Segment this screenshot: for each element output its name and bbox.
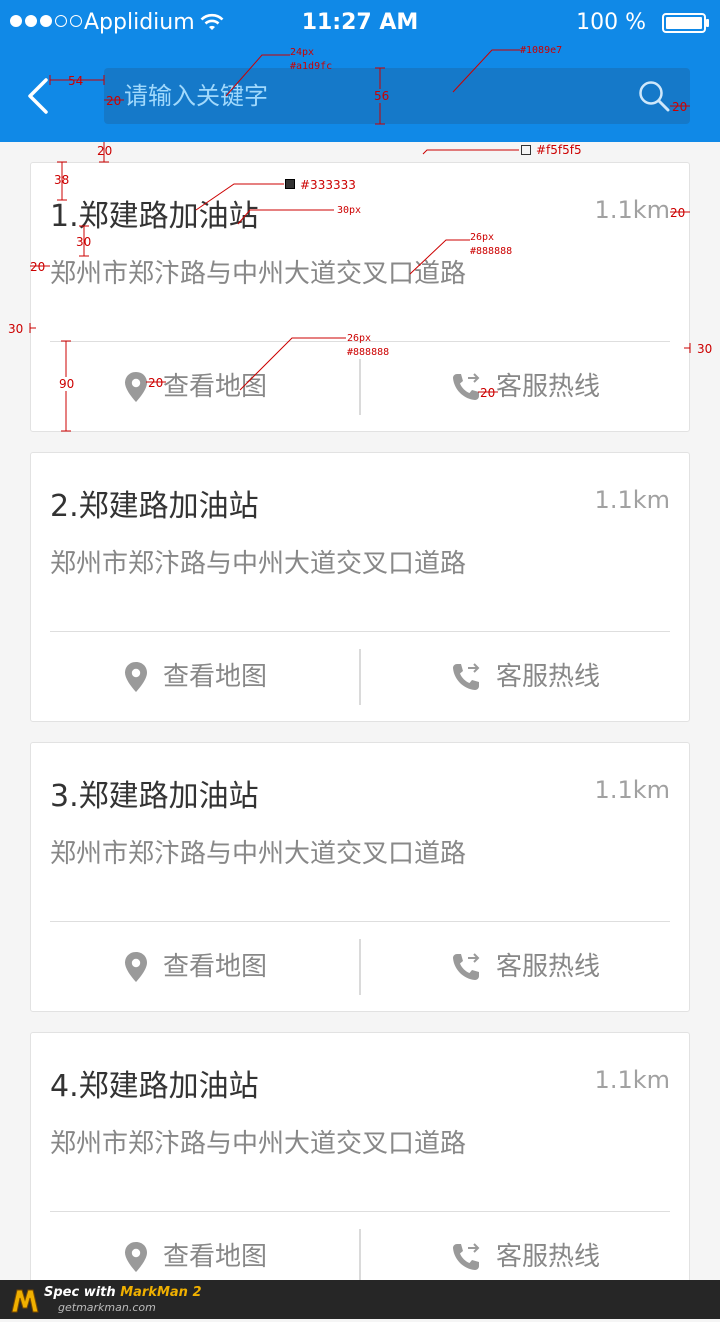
view-map-label: 查看地图 (162, 1242, 267, 1272)
hotline-button[interactable]: 客服热线 (361, 342, 689, 432)
markman-title-prefix: Spec with (44, 1285, 121, 1300)
status-bar: Applidium 11:27 AM 100 % (0, 0, 720, 46)
station-card[interactable]: 2.郑建路加油站 1.1km 郑州市郑汴路与中州大道交叉口道路 查看地图 客服热… (30, 452, 690, 722)
view-map-button[interactable]: 查看地图 (31, 632, 359, 722)
phone-forward-icon (452, 1243, 480, 1270)
station-card[interactable]: 3.郑建路加油站 1.1km 郑州市郑汴路与中州大道交叉口道路 查看地图 客服热… (30, 742, 690, 1012)
markman-footer: Spec with MarkMan 2 getmarkman.com (0, 1280, 720, 1319)
station-distance: 1.1km (594, 486, 670, 514)
hotline-label: 客服热线 (495, 1242, 600, 1272)
view-map-button[interactable]: 查看地图 (31, 342, 359, 432)
hotline-button[interactable]: 客服热线 (361, 632, 689, 722)
station-address: 郑州市郑汴路与中州大道交叉口道路 (50, 549, 467, 579)
phone-forward-icon (452, 373, 480, 400)
station-name: 3.郑建路加油站 (50, 779, 259, 814)
hotline-button[interactable]: 客服热线 (361, 922, 689, 1012)
card-actions: 查看地图 客服热线 (31, 342, 689, 432)
search-icon[interactable] (638, 80, 670, 112)
phone-forward-icon (452, 953, 480, 980)
annotation-side-margin-right: 30 (697, 342, 713, 356)
station-distance: 1.1km (594, 776, 670, 804)
markman-brand: MarkMan 2 (120, 1285, 202, 1300)
annotation-color-bg: #f5f5f5 (536, 143, 582, 157)
hotline-label: 客服热线 (495, 952, 600, 982)
battery-percent: 100 % (576, 10, 646, 35)
location-pin-icon (124, 1242, 147, 1272)
station-name: 1.郑建路加油站 (50, 199, 259, 234)
view-map-label: 查看地图 (162, 952, 267, 982)
station-card[interactable]: 4.郑建路加油站 1.1km 郑州市郑汴路与中州大道交叉口道路 查看地图 客服热… (30, 1032, 690, 1302)
hotline-label: 客服热线 (495, 372, 600, 402)
view-map-label: 查看地图 (162, 372, 267, 402)
back-icon[interactable] (22, 76, 56, 116)
annotation-top-gap: 20 (97, 144, 113, 158)
location-pin-icon (124, 372, 147, 402)
card-actions: 查看地图 客服热线 (31, 922, 689, 1012)
view-map-button[interactable]: 查看地图 (31, 922, 359, 1012)
annotation-side-margin-left: 30 (8, 322, 24, 336)
swatch-bg (521, 145, 531, 155)
station-card[interactable]: 1.郑建路加油站 1.1km 郑州市郑汴路与中州大道交叉口道路 查看地图 客服热… (30, 162, 690, 432)
battery-icon (662, 13, 709, 33)
markman-title: Spec with MarkMan 2 (44, 1285, 202, 1301)
card-actions: 查看地图 客服热线 (31, 632, 689, 722)
station-address: 郑州市郑汴路与中州大道交叉口道路 (50, 259, 467, 289)
search-input[interactable] (124, 68, 624, 124)
view-map-label: 查看地图 (162, 662, 267, 692)
station-distance: 1.1km (594, 196, 670, 224)
header-bar (0, 46, 720, 142)
station-name: 2.郑建路加油站 (50, 489, 259, 524)
station-name: 4.郑建路加油站 (50, 1069, 259, 1104)
station-address: 郑州市郑汴路与中州大道交叉口道路 (50, 1129, 467, 1159)
location-pin-icon (124, 662, 147, 692)
location-pin-icon (124, 952, 147, 982)
station-distance: 1.1km (594, 1066, 670, 1094)
station-list: 1.郑建路加油站 1.1km 郑州市郑汴路与中州大道交叉口道路 查看地图 客服热… (30, 162, 690, 1322)
search-box (104, 68, 690, 124)
station-address: 郑州市郑汴路与中州大道交叉口道路 (50, 839, 467, 869)
markman-url[interactable]: getmarkman.com (58, 1301, 156, 1314)
markman-logo-icon (11, 1289, 39, 1313)
phone-forward-icon (452, 663, 480, 690)
hotline-label: 客服热线 (495, 662, 600, 692)
